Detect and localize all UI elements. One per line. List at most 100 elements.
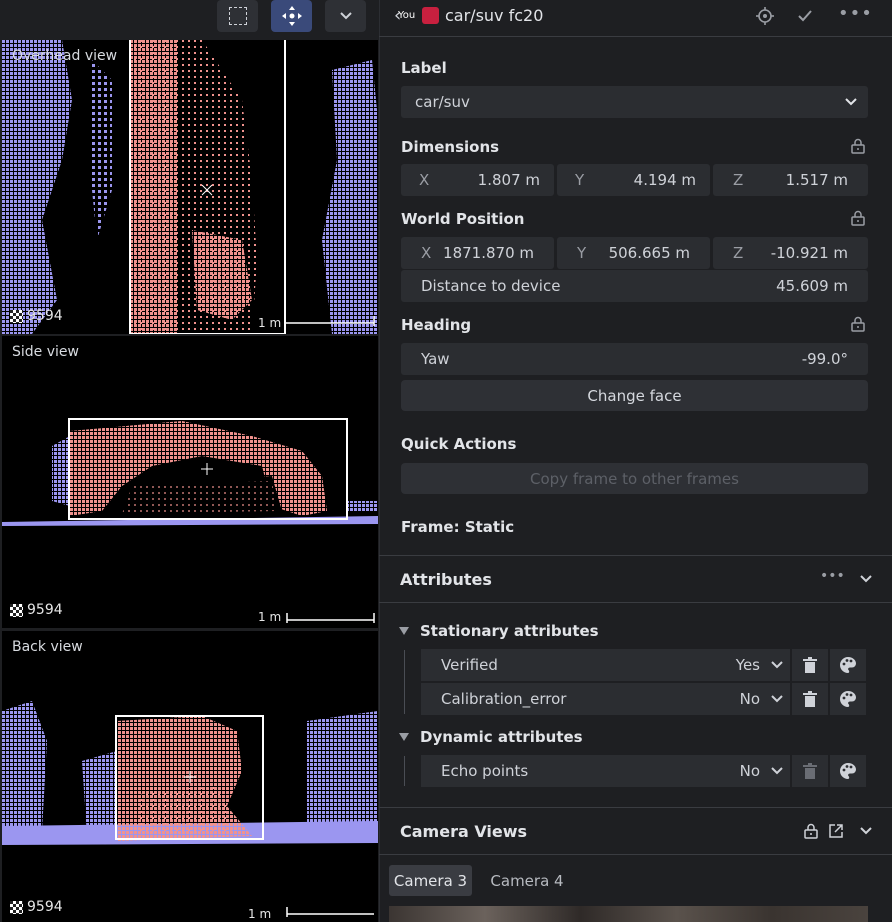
palette-calibration-button[interactable] <box>830 683 866 715</box>
chevron-down-icon <box>771 767 783 775</box>
change-face-button[interactable]: Change face <box>401 380 868 411</box>
tool-dropdown-button[interactable] <box>325 0 366 32</box>
attribute-value-dropdown[interactable]: No <box>740 690 790 708</box>
checkered-flag-icon <box>10 900 23 914</box>
attributes-more-icon[interactable]: ••• <box>820 568 845 584</box>
chevron-down-icon <box>771 661 783 669</box>
checkered-flag-icon <box>10 603 23 617</box>
delete-echo-points-button[interactable] <box>792 755 828 787</box>
distance-to-device-field: Distance to device 45.609 m <box>401 270 868 302</box>
palette-verified-button[interactable] <box>830 649 866 681</box>
panel-header: ‹ You car/suv fc20 ••• <box>380 0 892 34</box>
object-color-swatch <box>422 7 439 24</box>
side-view[interactable]: Side view 9594 1 m <box>2 336 378 628</box>
attribute-value-dropdown[interactable]: No <box>740 762 790 780</box>
tab-camera-4[interactable]: Camera 4 <box>482 865 572 896</box>
attribute-value: No <box>739 762 760 780</box>
overhead-count-value: 9594 <box>27 308 63 324</box>
heading-title: Heading <box>401 316 472 334</box>
delete-calibration-button[interactable] <box>792 683 828 715</box>
attributes-title: Attributes <box>400 570 492 589</box>
side-count-value: 9594 <box>27 602 63 618</box>
attribute-name: Calibration_error <box>441 690 567 708</box>
attribute-value: Yes <box>735 656 760 674</box>
dimension-z-label: Z <box>733 171 744 189</box>
palette-icon <box>840 691 856 707</box>
frame-status: Frame: Static <box>401 518 515 536</box>
chevron-down-icon <box>339 12 352 20</box>
more-options-icon[interactable]: ••• <box>838 3 873 24</box>
chevron-down-icon <box>845 98 857 106</box>
back-view[interactable]: Back view 9594 1 m <box>2 631 378 922</box>
chevron-down-icon <box>771 695 783 703</box>
overhead-view[interactable]: Overhead view 9594 1 m <box>2 40 378 334</box>
camera-preview[interactable] <box>389 906 868 922</box>
lock-icon[interactable] <box>804 823 818 839</box>
stationary-attributes-title[interactable]: Stationary attributes <box>420 622 599 640</box>
dimension-z-field[interactable]: Z 1.517 m <box>713 164 868 196</box>
overhead-pointcloud <box>2 40 378 334</box>
back-point-count: 9594 <box>10 899 63 915</box>
dimension-x-field[interactable]: X 1.807 m <box>401 164 554 196</box>
camera-views-header[interactable]: Camera Views <box>380 808 892 854</box>
box-select-icon <box>228 7 247 25</box>
check-icon[interactable] <box>797 9 813 23</box>
box-select-button[interactable] <box>217 0 258 32</box>
position-z-field[interactable]: Z -10.921 m <box>713 237 868 269</box>
caret-down-icon[interactable] <box>398 732 410 742</box>
world-position-lock-icon[interactable] <box>851 210 865 226</box>
delete-verified-button[interactable] <box>792 649 828 681</box>
target-icon[interactable] <box>756 7 774 25</box>
dimension-x-label: X <box>419 171 430 189</box>
position-x-label: X <box>421 244 432 262</box>
attribute-row-echo-points[interactable]: Echo points No <box>421 755 790 787</box>
heading-lock-icon[interactable] <box>851 316 865 332</box>
attribute-row-calibration-error[interactable]: Calibration_error No <box>421 683 790 715</box>
quick-actions-title: Quick Actions <box>401 435 517 453</box>
position-z-label: Z <box>733 244 744 262</box>
dimension-y-field[interactable]: Y 4.194 m <box>557 164 710 196</box>
back-view-title: Back view <box>12 639 83 655</box>
position-z-value: -10.921 m <box>770 244 848 262</box>
caret-down-icon[interactable] <box>398 626 410 636</box>
position-x-value: 1871.870 m <box>443 244 534 262</box>
copy-frame-button[interactable]: Copy frame to other frames <box>401 463 868 494</box>
move-icon <box>281 6 302 26</box>
stationary-tree-line <box>404 650 405 714</box>
palette-icon <box>840 657 856 673</box>
yaw-field[interactable]: Yaw -99.0° <box>401 343 868 375</box>
open-external-icon[interactable] <box>828 823 844 839</box>
dimension-z-value: 1.517 m <box>785 171 848 189</box>
attribute-row-verified[interactable]: Verified Yes <box>421 649 790 681</box>
dynamic-attributes-title[interactable]: Dynamic attributes <box>420 728 583 746</box>
trash-icon <box>803 691 817 707</box>
tab-camera-3[interactable]: Camera 3 <box>389 865 472 896</box>
back-pointcloud <box>2 701 378 917</box>
yaw-value: -99.0° <box>801 350 848 368</box>
dimension-y-label: Y <box>575 171 585 189</box>
side-pointcloud <box>2 418 378 623</box>
camera-divider-bottom <box>379 854 892 855</box>
left-views-panel: Overhead view 9594 1 m Side view 9594 1 … <box>0 0 379 922</box>
chevron-down-icon[interactable] <box>859 574 873 584</box>
palette-icon <box>840 763 856 779</box>
attribute-value: No <box>739 690 760 708</box>
position-x-field[interactable]: X 1871.870 m <box>401 237 554 269</box>
attribute-value-dropdown[interactable]: Yes <box>736 656 790 674</box>
label-select-value: car/suv <box>415 93 470 111</box>
label-select[interactable]: car/suv <box>401 86 868 118</box>
object-title: car/suv fc20 <box>445 6 544 25</box>
attribute-name: Echo points <box>441 762 529 780</box>
dynamic-tree-line <box>404 756 405 786</box>
checkered-flag-icon <box>10 309 23 323</box>
camera-views-title: Camera Views <box>400 822 528 841</box>
overhead-view-title: Overhead view <box>12 48 118 64</box>
dimensions-lock-icon[interactable] <box>851 138 865 154</box>
palette-echo-points-button[interactable] <box>830 755 866 787</box>
position-y-field[interactable]: Y 506.665 m <box>557 237 710 269</box>
attributes-header[interactable]: Attributes ••• <box>380 556 892 602</box>
move-tool-button[interactable] <box>271 0 312 32</box>
chevron-down-icon[interactable] <box>859 826 873 836</box>
side-point-count: 9594 <box>10 602 63 618</box>
side-scale-label: 1 m <box>258 610 282 624</box>
